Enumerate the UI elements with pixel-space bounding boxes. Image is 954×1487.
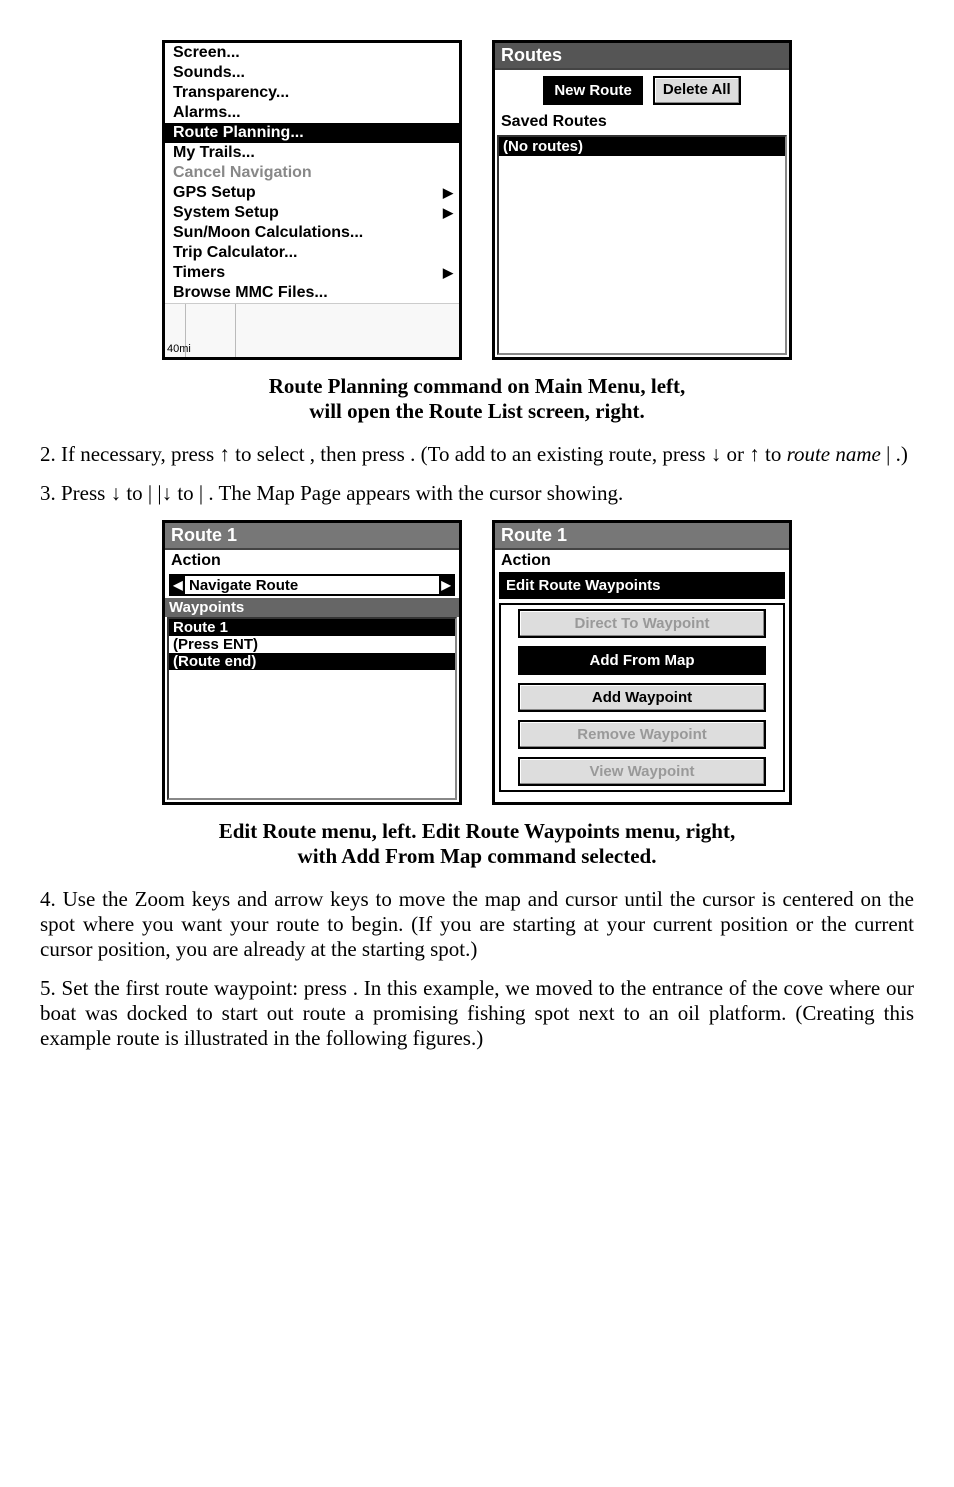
add-waypoint-button[interactable]: Add Waypoint [518, 683, 766, 712]
menu-route-planning[interactable]: Route Planning... [165, 123, 459, 143]
submenu-arrow-icon: ▶ [443, 265, 453, 281]
caption-1b: will open the Route List screen, right. [309, 399, 645, 423]
navigate-route-select[interactable]: ◀ Navigate Route ▶ [169, 574, 455, 596]
left-arrow-icon[interactable]: ◀ [171, 576, 185, 594]
wp-row-route-end[interactable]: (Route end) [169, 653, 455, 670]
step-3-text: 3. Press ↓ to | |↓ to | . The Map Page a… [40, 481, 914, 506]
wp-row-press-ent[interactable]: (Press ENT) [169, 636, 455, 653]
no-routes-row: (No routes) [499, 137, 785, 156]
submenu-arrow-icon: ▶ [443, 185, 453, 201]
label: GPS Setup [173, 184, 256, 201]
step-5-text: 5. Set the first route waypoint: press .… [40, 976, 914, 1051]
main-menu-screen: Screen... Sounds... Transparency... Alar… [162, 40, 462, 360]
submenu-arrow-icon: ▶ [443, 205, 453, 221]
menu-sounds[interactable]: Sounds... [165, 63, 459, 83]
caption-2a: Edit Route menu, left. Edit Route Waypoi… [219, 819, 735, 843]
right-arrow-icon[interactable]: ▶ [439, 576, 453, 594]
saved-routes-label: Saved Routes [495, 111, 789, 133]
menu-timers[interactable]: Timers ▶ [165, 263, 459, 283]
label: System Setup [173, 204, 279, 221]
menu-browse-mmc[interactable]: Browse MMC Files... [165, 283, 459, 303]
menu-system-setup[interactable]: System Setup ▶ [165, 203, 459, 223]
menu-my-trails[interactable]: My Trails... [165, 143, 459, 163]
caption-2b: with Add From Map command selected. [298, 844, 657, 868]
text: | .) [881, 442, 908, 466]
step-2-text: 2. If necessary, press ↑ to select , the… [40, 442, 914, 467]
action-label: Action [165, 550, 459, 572]
edit-route-waypoints-screen: Route 1 Action Edit Route Waypoints Dire… [492, 520, 792, 805]
delete-all-button[interactable]: Delete All [653, 76, 741, 105]
view-waypoint-button: View Waypoint [518, 757, 766, 786]
menu-alarms[interactable]: Alarms... [165, 103, 459, 123]
routes-title: Routes [495, 43, 789, 70]
menu-gps-setup[interactable]: GPS Setup ▶ [165, 183, 459, 203]
edit-route-waypoints-title: Edit Route Waypoints [499, 572, 785, 599]
caption-1a: Route Planning command on Main Menu, lef… [269, 374, 686, 398]
direct-to-waypoint-button: Direct To Waypoint [518, 609, 766, 638]
waypoints-list[interactable]: Route 1 (Press ENT) (Route end) [167, 617, 457, 800]
step-4-text: 4. Use the Zoom keys and arrow keys to m… [40, 887, 914, 962]
remove-waypoint-button: Remove Waypoint [518, 720, 766, 749]
routes-screen: Routes New Route Delete All Saved Routes… [492, 40, 792, 360]
add-from-map-button[interactable]: Add From Map [518, 646, 766, 675]
route1-title-2: Route 1 [495, 523, 789, 550]
menu-screen[interactable]: Screen... [165, 43, 459, 63]
label: Timers [173, 264, 225, 281]
text: 2. If necessary, press ↑ to select , the… [40, 442, 787, 466]
route-name-italic: route name [787, 442, 881, 466]
menu-transparency[interactable]: Transparency... [165, 83, 459, 103]
wp-row-route1[interactable]: Route 1 [169, 619, 455, 636]
map-preview: 40mi [165, 303, 459, 357]
route1-title: Route 1 [165, 523, 459, 550]
edit-wp-panel: Direct To Waypoint Add From Map Add Wayp… [499, 603, 785, 792]
new-route-button[interactable]: New Route [543, 76, 643, 105]
menu-trip-calc[interactable]: Trip Calculator... [165, 243, 459, 263]
menu-sun-moon[interactable]: Sun/Moon Calculations... [165, 223, 459, 243]
saved-routes-list[interactable]: (No routes) [497, 135, 787, 355]
action-label-2: Action [495, 550, 789, 572]
edit-route-screen: Route 1 Action ◀ Navigate Route ▶ Waypoi… [162, 520, 462, 805]
nav-route-label: Navigate Route [185, 577, 439, 594]
map-scale: 40mi [167, 343, 191, 355]
waypoints-header: Waypoints [165, 598, 459, 617]
menu-cancel-nav: Cancel Navigation [165, 163, 459, 183]
